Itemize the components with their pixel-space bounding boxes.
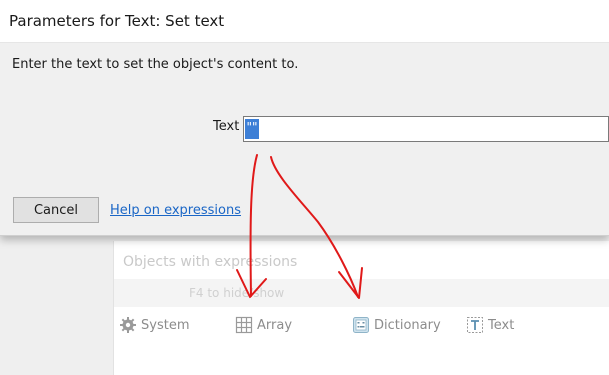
tab-array-label: Array (257, 317, 293, 333)
dialog-titlebar[interactable]: Parameters for Text: Set text (0, 0, 609, 43)
instruction-text: Enter the text to set the object's conte… (12, 57, 299, 72)
tab-system-label: System (141, 317, 190, 333)
tab-system[interactable]: System (119, 316, 189, 334)
cancel-button[interactable]: Cancel (13, 197, 99, 223)
panel-title: Objects with expressions (123, 254, 298, 270)
object-tabs: System Array Dictionary Text (114, 309, 609, 339)
text-t-icon (466, 316, 484, 334)
selected-text: "" (245, 119, 259, 139)
dialog-title: Parameters for Text: Set text (9, 12, 225, 30)
text-expression-input[interactable]: "" (243, 116, 609, 142)
tab-dictionary[interactable]: Dictionary (352, 316, 441, 334)
text-field-label: Text (213, 119, 240, 134)
objects-with-expressions-panel: Objects with expressions F4 to hide/show (113, 241, 609, 375)
gear-icon (119, 316, 137, 334)
tab-array[interactable]: Array (235, 316, 292, 334)
grid-icon (235, 316, 253, 334)
hint-bar: F4 to hide/show (114, 279, 609, 307)
tab-text[interactable]: Text (466, 316, 514, 334)
help-on-expressions-link[interactable]: Help on expressions (110, 203, 241, 218)
parameters-dialog: Parameters for Text: Set text Enter the … (0, 0, 609, 236)
tab-dictionary-label: Dictionary (374, 317, 441, 333)
tab-text-label: Text (488, 317, 515, 333)
binary-icon (352, 316, 370, 334)
hint-text: F4 to hide/show (189, 286, 285, 300)
